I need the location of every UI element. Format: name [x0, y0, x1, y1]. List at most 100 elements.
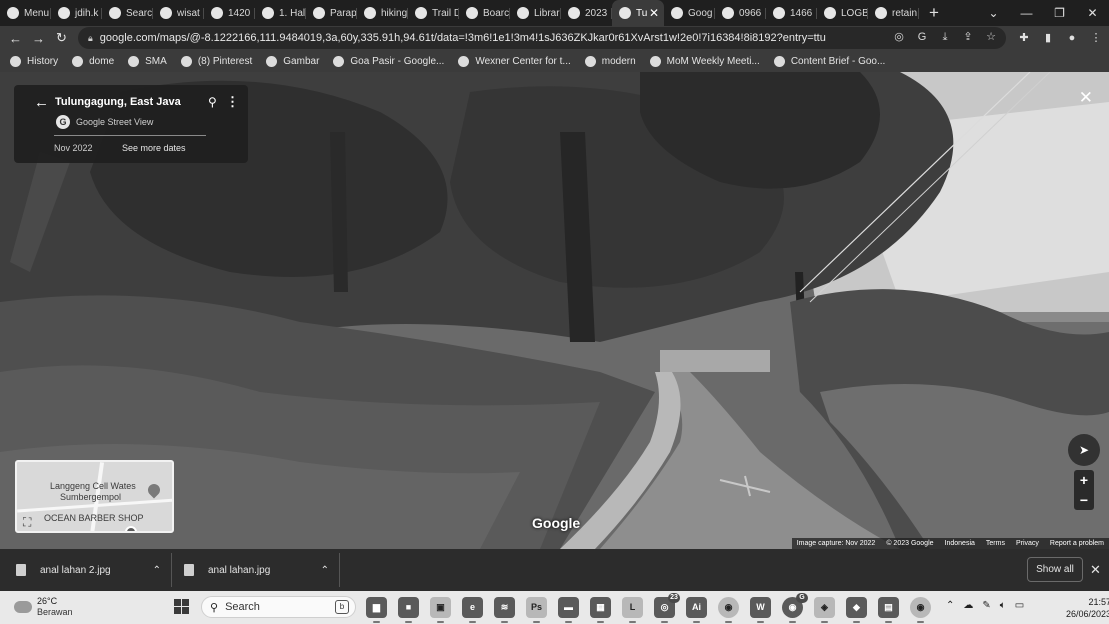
- close-window-button[interactable]: ✕: [1076, 6, 1109, 20]
- tab[interactable]: retain: [868, 0, 919, 26]
- footer-privacy-link[interactable]: Privacy: [1016, 540, 1039, 547]
- bookmark-item[interactable]: (8) Pinterest: [180, 55, 252, 67]
- tab[interactable]: Librar: [510, 0, 561, 26]
- whatsapp-icon[interactable]: ◎ 23: [654, 593, 680, 623]
- tab[interactable]: Searc: [102, 0, 153, 26]
- chrome-profile-icon[interactable]: ◉ G: [782, 593, 808, 623]
- close-shelf-icon[interactable]: ✕: [1090, 562, 1101, 578]
- tab[interactable]: Menu: [0, 0, 51, 26]
- app-icon[interactable]: ◈: [814, 597, 835, 623]
- menu-kebab-icon[interactable]: ⋮: [1089, 31, 1103, 45]
- tab[interactable]: hiking: [357, 0, 408, 26]
- spotify-icon[interactable]: ≋: [494, 597, 515, 623]
- tab[interactable]: 1466: [766, 0, 817, 26]
- bookmark-item[interactable]: MoM Weekly Meeti...: [649, 55, 760, 67]
- pen-icon[interactable]: ✎: [982, 600, 990, 611]
- see-more-dates-link[interactable]: See more dates: [122, 143, 186, 153]
- new-tab-button[interactable]: +: [921, 0, 947, 26]
- bookmark-item[interactable]: SMA: [128, 55, 167, 67]
- bookmark-item[interactable]: Wexner Center for t...: [458, 55, 571, 67]
- edge-icon[interactable]: e: [462, 597, 483, 623]
- close-tab-icon[interactable]: ✕: [649, 6, 659, 20]
- bookmark-item[interactable]: Gambar: [266, 55, 319, 67]
- place-pin-icon[interactable]: [145, 481, 163, 499]
- l-app-icon[interactable]: L: [622, 597, 643, 623]
- onedrive-icon[interactable]: ☁: [963, 600, 973, 611]
- zoom-in-button[interactable]: +: [1074, 470, 1094, 490]
- folder-icon[interactable]: ▬: [558, 597, 579, 623]
- extensions-icon[interactable]: ✚: [1017, 31, 1031, 45]
- chrome-dev-icon[interactable]: ◉: [910, 597, 931, 623]
- share-icon[interactable]: ⇪: [961, 30, 975, 44]
- photoshop-icon[interactable]: Ps: [526, 597, 547, 623]
- show-all-button[interactable]: Show all: [1027, 557, 1083, 582]
- clock[interactable]: 21:57 26/06/2023: [1066, 596, 1109, 620]
- chevron-up-icon[interactable]: ⌃: [153, 565, 161, 576]
- chrome-icon[interactable]: ◉: [718, 597, 739, 623]
- bookmark-item[interactable]: dome: [72, 55, 114, 67]
- install-icon[interactable]: ⤓: [938, 30, 952, 44]
- back-arrow-icon[interactable]: ←: [34, 94, 49, 111]
- tab-search-button[interactable]: ⌄: [977, 6, 1010, 20]
- compass-icon[interactable]: ➤: [1068, 434, 1100, 466]
- bookmark-item[interactable]: History: [10, 55, 58, 67]
- tab[interactable]: Parap: [306, 0, 357, 26]
- tab[interactable]: 0966: [715, 0, 766, 26]
- bing-icon[interactable]: b: [335, 600, 349, 614]
- position-marker-icon: [125, 526, 137, 531]
- tab[interactable]: 2023: [561, 0, 612, 26]
- tab[interactable]: 1420: [204, 0, 255, 26]
- footer-report-link[interactable]: Report a problem: [1050, 540, 1104, 547]
- tab[interactable]: jdih.k: [51, 0, 102, 26]
- store-icon[interactable]: ▦: [590, 597, 611, 623]
- restore-button[interactable]: ❐: [1043, 6, 1076, 20]
- map-pin-icon[interactable]: ⚲: [208, 95, 217, 109]
- chevron-up-icon[interactable]: ⌃: [946, 600, 954, 611]
- video-call-icon[interactable]: ■: [398, 597, 419, 623]
- tab[interactable]: wisat: [153, 0, 204, 26]
- footer-terms-link[interactable]: Terms: [986, 540, 1005, 547]
- back-icon[interactable]: ←: [4, 31, 27, 46]
- volume-icon[interactable]: 🔈︎: [1000, 600, 1006, 611]
- minimize-button[interactable]: —: [1010, 6, 1043, 20]
- side-panel-icon[interactable]: ▮: [1041, 31, 1055, 45]
- clock-icon: [10, 55, 21, 67]
- chevron-up-icon[interactable]: ⌃: [321, 565, 329, 576]
- tab[interactable]: 1. Hal: [255, 0, 306, 26]
- battery-icon[interactable]: ▭: [1015, 600, 1024, 611]
- bookmark-item[interactable]: Goa Pasir - Google...: [333, 55, 444, 67]
- google-lens-icon[interactable]: G: [915, 30, 929, 44]
- illustrator-icon[interactable]: Ai: [686, 597, 707, 623]
- minimap[interactable]: Langgeng Cell Wates Sumbergempol OCEAN B…: [15, 460, 174, 533]
- lock-icon[interactable]: 🔒︎: [88, 33, 93, 44]
- app2-icon[interactable]: ◆: [846, 597, 867, 623]
- more-options-icon[interactable]: ⋮: [226, 94, 239, 110]
- address-bar[interactable]: 🔒︎ google.com/maps/@-8.1222166,111.94840…: [78, 27, 1006, 49]
- tab[interactable]: Tu ✕: [612, 0, 664, 26]
- street-view-canvas[interactable]: ← Tulungagung, East Java ⚲ ⋮ G Google St…: [0, 72, 1109, 549]
- tab[interactable]: Boarc: [459, 0, 510, 26]
- weather-widget[interactable]: 26°C Berawan: [14, 596, 73, 618]
- close-street-view-icon[interactable]: ✕: [1079, 88, 1093, 108]
- tab[interactable]: Goog: [664, 0, 715, 26]
- bookmark-item[interactable]: Content Brief - Goo...: [773, 55, 885, 67]
- windows-start-icon[interactable]: [174, 599, 189, 614]
- tab[interactable]: Trail D: [408, 0, 459, 26]
- word-icon[interactable]: W: [750, 597, 771, 623]
- bookmark-star-icon[interactable]: ☆: [984, 30, 998, 44]
- profile-avatar-icon[interactable]: ●: [1065, 31, 1079, 45]
- bookmark-item[interactable]: modern: [584, 55, 636, 67]
- file-explorer-icon[interactable]: ▆: [366, 597, 387, 623]
- taskbar-search[interactable]: ⚲ Search b: [201, 596, 356, 618]
- zoom-out-button[interactable]: −: [1074, 490, 1094, 510]
- location-icon[interactable]: ◎: [892, 30, 906, 44]
- tab[interactable]: LOGB: [817, 0, 868, 26]
- footer-country-link[interactable]: Indonesia: [945, 540, 975, 547]
- expand-map-icon[interactable]: ⛶: [23, 515, 31, 530]
- forward-icon[interactable]: →: [27, 31, 50, 46]
- download-item[interactable]: anal lahan 2.jpg ⌃: [16, 555, 161, 585]
- photos-icon[interactable]: ▣: [430, 597, 451, 623]
- app3-icon[interactable]: ▤: [878, 597, 899, 623]
- download-item[interactable]: anal lahan.jpg ⌃: [184, 555, 329, 585]
- reload-icon[interactable]: ↻: [50, 30, 73, 46]
